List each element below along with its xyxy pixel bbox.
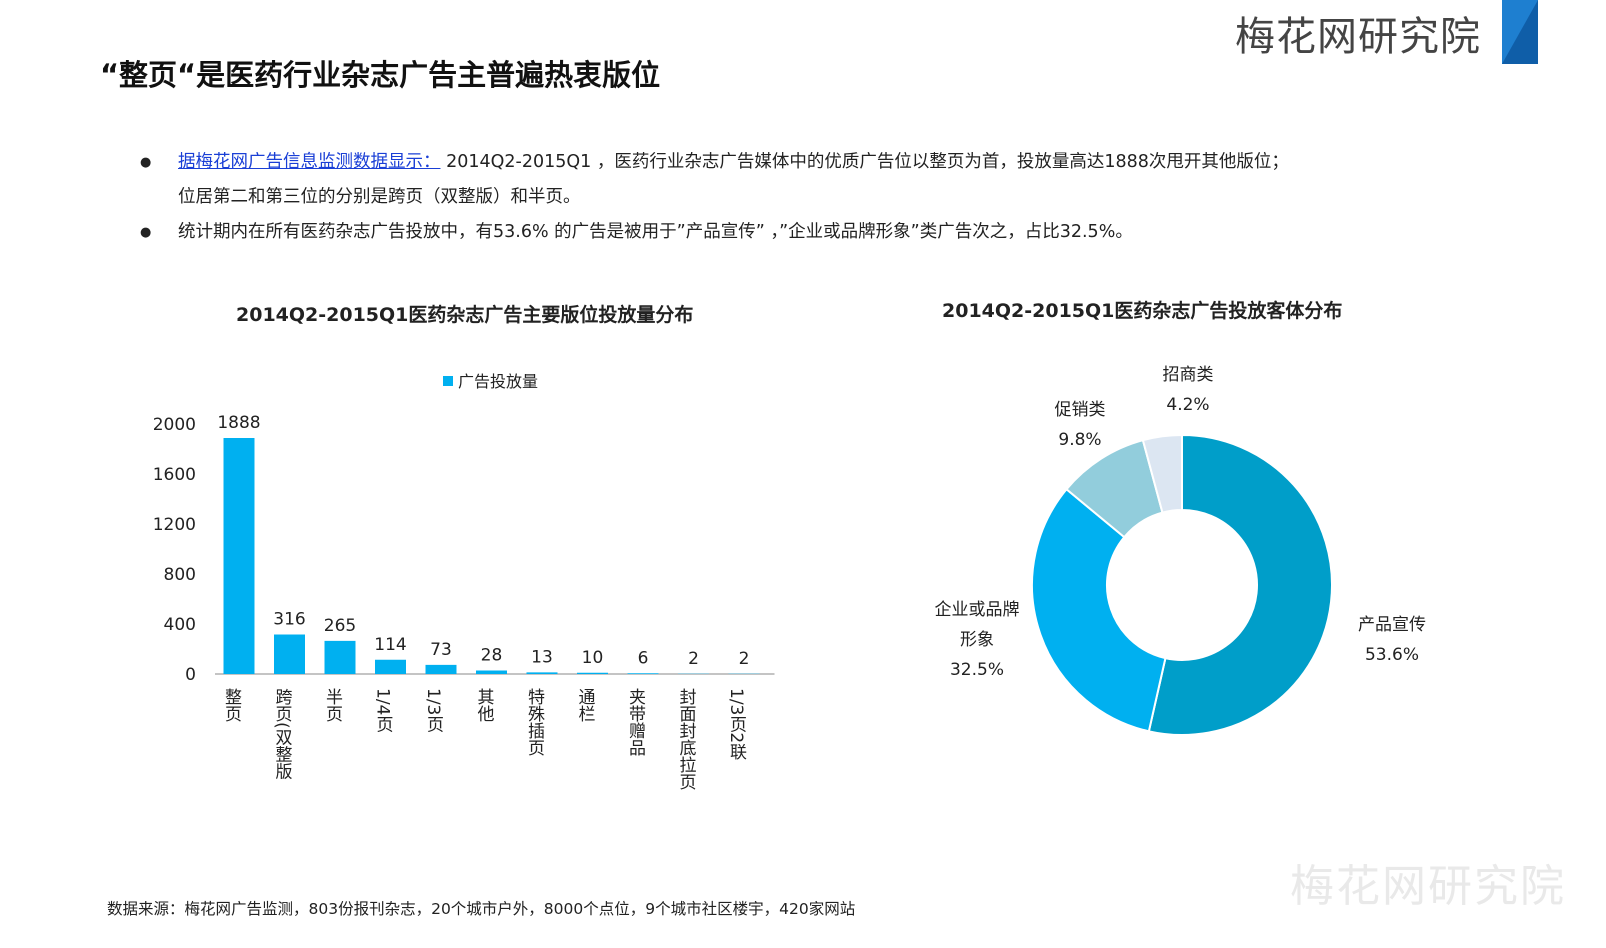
category-label: 半页 (322, 688, 343, 722)
category-label: 1/3页2联 (726, 688, 747, 760)
legend-swatch (443, 376, 453, 386)
bar (375, 659, 406, 674)
data-label: 2 (688, 649, 699, 669)
bar (627, 673, 659, 674)
data-label: 10 (582, 648, 604, 668)
category-label: 1/4页 (373, 688, 394, 732)
category-label: 封面封底拉页 (676, 688, 697, 790)
brand-name: 梅花网研究院 (1235, 14, 1481, 60)
category-label: 特殊插页 (524, 688, 545, 756)
slice-label: 促销类 9.8% (1055, 400, 1106, 450)
bullet-text: 位居第二和第三位的分别是跨页（双整版）和半页。 (178, 187, 581, 207)
y-tick-label: 800 (164, 565, 196, 585)
category-label: 整页 (221, 688, 242, 722)
data-label: 28 (481, 646, 503, 666)
bar (324, 640, 356, 674)
legend-label: 广告投放量 (458, 372, 538, 391)
category-label: 夹带赠品 (625, 688, 646, 756)
data-label: 316 (273, 610, 305, 630)
category-label: 1/3页 (423, 688, 444, 732)
data-label: 73 (430, 640, 452, 660)
bar (476, 670, 507, 674)
donut-chart: 产品宣传 53.6% 企业或品牌形象 32.5% 促销类 9.8% 招商类 4.2% (935, 365, 1426, 736)
pie-chart-title: 2014Q2-2015Q1医药杂志广告投放客体分布 (942, 300, 1343, 322)
y-tick-label: 2000 (153, 415, 196, 435)
bullet-item: 统计期内在所有医药杂志广告投放中，有53.6% 的广告是被用于”产品宣传” ，”… (140, 215, 1440, 250)
summary-bullets: 据梅花网广告信息监测数据显示： 2014Q2-2015Q1 ，医药行业杂志广告媒… (140, 145, 1440, 250)
page-title: “整页“是医药行业杂志广告主普遍热衷版位 (100, 58, 661, 92)
bar (223, 438, 255, 674)
bar (577, 672, 608, 674)
slice-label: 招商类 4.2% (1163, 365, 1214, 415)
bar-chart-title: 2014Q2-2015Q1医药杂志广告主要版位投放量分布 (236, 304, 694, 326)
bullet-item: 据梅花网广告信息监测数据显示： 2014Q2-2015Q1 ，医药行业杂志广告媒… (140, 145, 1440, 215)
bar (425, 664, 457, 674)
bar (526, 672, 558, 674)
data-label: 13 (531, 647, 553, 667)
slice-label: 产品宣传 53.6% (1358, 615, 1426, 665)
y-tick-label: 1200 (153, 515, 196, 535)
y-tick-label: 0 (185, 665, 196, 685)
bar (274, 634, 305, 674)
bullet-text: 统计期内在所有医药杂志广告投放中，有53.6% 的广告是被用于”产品宣传” ，”… (178, 222, 1133, 242)
data-label: 6 (638, 648, 649, 668)
data-label: 1888 (217, 413, 260, 433)
slice-label: 企业或品牌形象 32.5% (935, 600, 1020, 680)
data-label: 2 (739, 649, 750, 669)
donut-slice (1031, 487, 1167, 733)
data-label: 114 (374, 635, 406, 655)
source-link[interactable]: 据梅花网广告信息监测数据显示： (178, 152, 441, 172)
category-label: 通栏 (575, 688, 596, 722)
category-label: 跨页(双整版 (272, 688, 293, 780)
category-label: 其他 (474, 688, 495, 722)
bar-chart: 广告投放量 0 400 800 1200 1600 2000 1888 整页 316 跨页(双整版 2… (153, 372, 775, 790)
bullet-text: 2014Q2-2015Q1 ，医药行业杂志广告媒体中的优质广告位以整页为首，投放… (440, 152, 1289, 172)
watermark: 梅花网研究院 (1290, 861, 1566, 912)
y-tick-label: 400 (164, 615, 196, 635)
brand-tab-icon (1502, 0, 1538, 64)
data-source-note: 数据来源：梅花网广告监测，803份报刊杂志，20个城市户外，8000个点位，9个… (107, 900, 856, 918)
data-label: 265 (324, 616, 356, 636)
y-tick-label: 1600 (153, 465, 196, 485)
